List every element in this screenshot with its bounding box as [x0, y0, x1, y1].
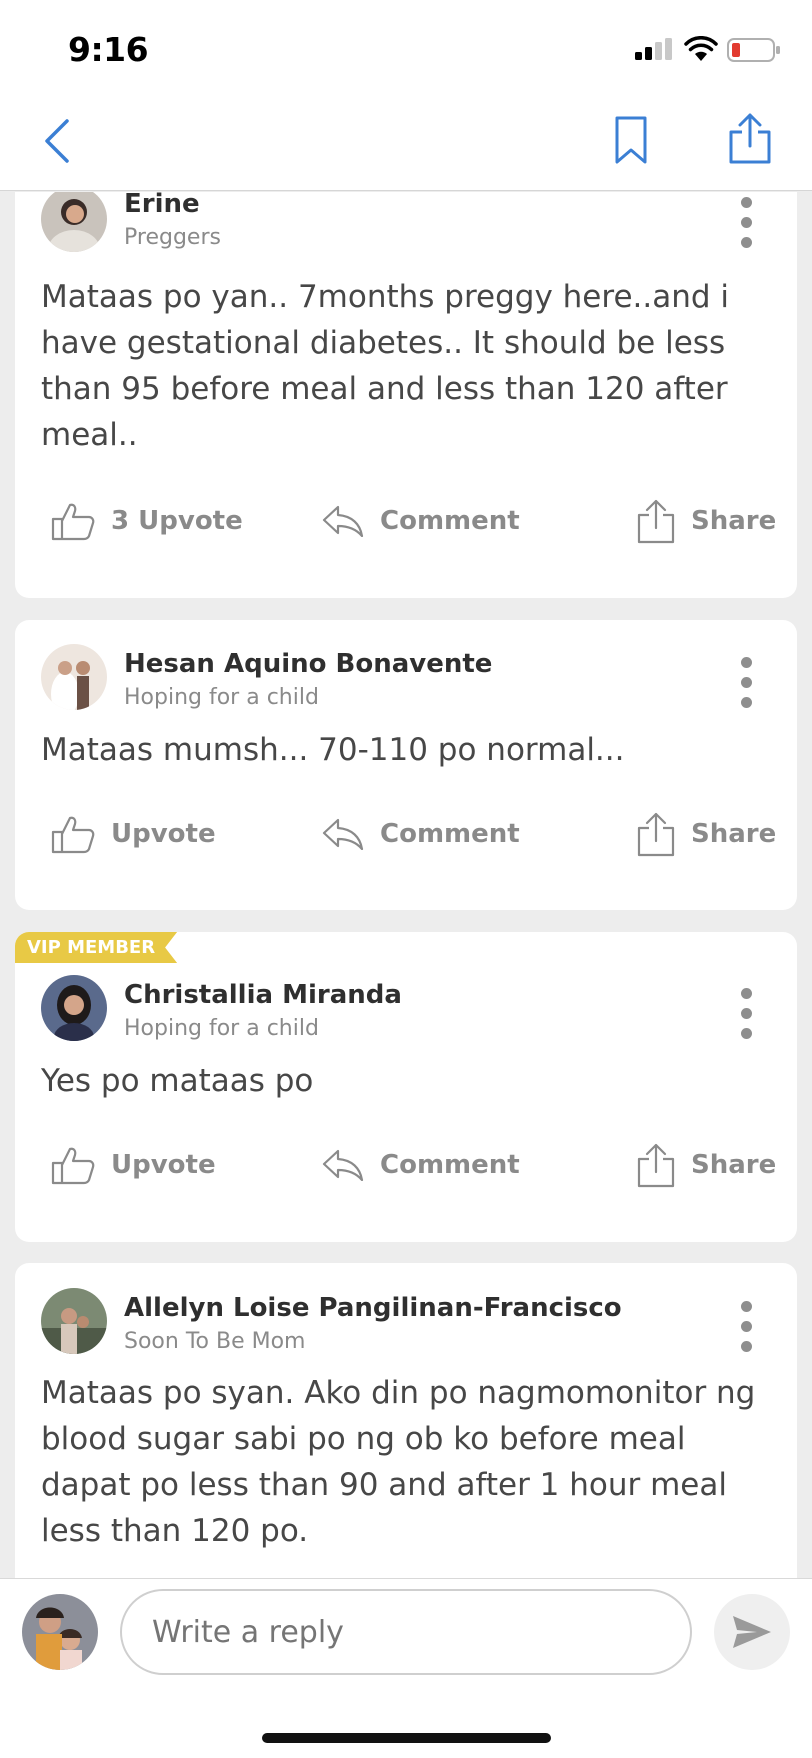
comment-label: Comment — [380, 1150, 520, 1180]
upvote-label: Upvote — [111, 819, 216, 849]
thumbs-up-icon — [51, 816, 95, 854]
avatar[interactable] — [41, 1288, 107, 1354]
status-time: 9:16 — [68, 30, 149, 69]
share-icon[interactable] — [728, 112, 772, 164]
comment-card: Erine Preggers Mataas po yan.. 7months p… — [15, 192, 797, 598]
more-options-icon[interactable] — [731, 1301, 761, 1361]
wifi-icon — [684, 36, 718, 61]
avatar[interactable] — [41, 975, 107, 1041]
comment-card: Hesan Aquino Bonavente Hoping for a chil… — [15, 620, 797, 910]
share-button[interactable]: Share — [637, 1135, 776, 1195]
comment-author[interactable]: Allelyn Loise Pangilinan-Francisco — [124, 1293, 622, 1323]
comment-card: VIP MEMBER Christallia Miranda Hoping fo… — [15, 932, 797, 1242]
comment-text: Mataas po yan.. 7months preggy here..and… — [41, 279, 730, 453]
more-options-icon[interactable] — [731, 197, 761, 257]
thumbs-up-icon — [51, 1147, 95, 1185]
comment-text: Mataas po syan. Ako din po nagmomonitor … — [41, 1375, 756, 1549]
comment-button[interactable]: Comment — [322, 804, 520, 864]
back-icon[interactable] — [42, 118, 72, 164]
share-label: Share — [691, 1150, 777, 1180]
reply-icon — [322, 818, 364, 850]
avatar[interactable] — [41, 192, 107, 252]
status-bar: 9:16 — [0, 0, 812, 92]
comment-button[interactable]: Comment — [322, 491, 520, 551]
upvote-button[interactable]: Upvote — [51, 804, 216, 864]
thumbs-up-icon — [51, 503, 95, 541]
comment-text: Yes po mataas po — [41, 1063, 314, 1099]
comment-actions: 3 Upvote Comment Share — [15, 491, 797, 551]
reply-input[interactable] — [120, 1589, 692, 1675]
upvote-label: 3 Upvote — [111, 506, 243, 536]
reply-bar — [0, 1578, 812, 1684]
comment-text: Mataas mumsh... 70-110 po normal... — [41, 732, 625, 768]
more-options-icon[interactable] — [731, 988, 761, 1048]
author-status: Preggers — [124, 225, 221, 250]
user-avatar[interactable] — [22, 1594, 98, 1670]
navigation-bar — [0, 92, 812, 191]
upvote-label: Upvote — [111, 1150, 216, 1180]
share-button[interactable]: Share — [637, 804, 776, 864]
vip-member-badge: VIP MEMBER — [15, 932, 177, 963]
comments-feed[interactable]: Erine Preggers Mataas po yan.. 7months p… — [0, 192, 812, 1578]
share-label: Share — [691, 819, 777, 849]
share-icon — [637, 1143, 675, 1188]
more-options-icon[interactable] — [731, 657, 761, 717]
comment-author[interactable]: Christallia Miranda — [124, 980, 402, 1010]
reply-icon — [322, 1149, 364, 1181]
home-indicator[interactable] — [262, 1733, 551, 1743]
author-status: Hoping for a child — [124, 1016, 319, 1041]
share-button[interactable]: Share — [637, 491, 776, 551]
share-label: Share — [691, 506, 777, 536]
upvote-button[interactable]: Upvote — [51, 1135, 216, 1195]
comment-label: Comment — [380, 819, 520, 849]
author-status: Soon To Be Mom — [124, 1329, 306, 1354]
comment-actions: Upvote Comment Share — [15, 1135, 797, 1195]
send-button[interactable] — [714, 1594, 790, 1670]
cellular-signal-icon — [635, 38, 672, 60]
comment-author[interactable]: Erine — [124, 192, 200, 219]
comment-card: Allelyn Loise Pangilinan-Francisco Soon … — [15, 1263, 797, 1578]
author-status: Hoping for a child — [124, 685, 319, 710]
bookmark-icon[interactable] — [614, 116, 648, 164]
home-indicator-area — [0, 1684, 812, 1758]
comment-label: Comment — [380, 506, 520, 536]
reply-icon — [322, 505, 364, 537]
share-icon — [637, 499, 675, 544]
comment-actions: Upvote Comment Share — [15, 804, 797, 864]
share-icon — [637, 812, 675, 857]
send-icon — [733, 1616, 771, 1648]
battery-icon — [727, 38, 780, 62]
avatar[interactable] — [41, 644, 107, 710]
comment-button[interactable]: Comment — [322, 1135, 520, 1195]
comment-author[interactable]: Hesan Aquino Bonavente — [124, 649, 492, 679]
upvote-button[interactable]: 3 Upvote — [51, 491, 243, 551]
